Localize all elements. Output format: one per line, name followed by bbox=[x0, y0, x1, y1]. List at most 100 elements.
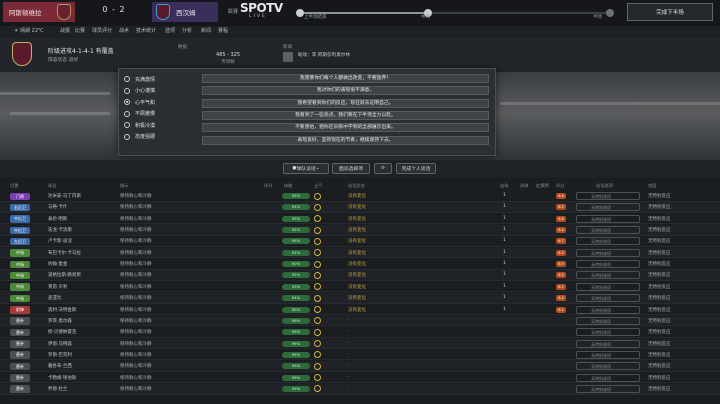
talk-tone-option[interactable]: 态度强硬 bbox=[124, 132, 155, 142]
col-header-instruction[interactable]: 指示 bbox=[120, 183, 128, 189]
table-row[interactable]: 替补 伊恩·马特森 保持耐心和冷静 99% - 无特别选项 无特别反应 bbox=[0, 338, 720, 350]
talk-option-dropdown[interactable]: 无特别选项 bbox=[576, 350, 640, 359]
table-row[interactable]: 中后卫 迭戈·卡洛斯 保持耐心和冷静 92% 没有变化 1 6.4 无特别选项 无特别反应 bbox=[0, 225, 720, 236]
talk-tone-option[interactable]: 心平气和 bbox=[124, 97, 155, 107]
talk-line-option[interactable]: 表现良好，坚持现在的节奏，继续保持下去。 bbox=[202, 135, 489, 145]
radio-icon[interactable] bbox=[124, 122, 130, 128]
col-header-morale[interactable]: 士气 bbox=[314, 183, 322, 189]
col-header-reaction[interactable]: 谈话反应 bbox=[348, 183, 365, 189]
talk-tone-option[interactable]: 充满激情 bbox=[124, 74, 155, 84]
table-row[interactable]: 中后卫 泰伦·明斯 保持耐心和冷静 93% 没有变化 1 6.6 无特别选项 无特别反应 bbox=[0, 214, 720, 225]
talk-option-dropdown[interactable]: 无特别选项 bbox=[576, 316, 640, 325]
table-row[interactable]: 替补 卡勒姆·钱伯斯 保持耐心和冷静 99% - 无特别选项 无特别反应 bbox=[0, 373, 720, 384]
col-header-position[interactable]: 位置 bbox=[10, 183, 18, 189]
talk-option-dropdown[interactable]: 无特别选项 bbox=[576, 294, 640, 303]
talk-option-dropdown[interactable]: 无特别选项 bbox=[576, 282, 640, 291]
tab-match[interactable]: 比赛 bbox=[75, 27, 85, 34]
table-row[interactable]: 替补 罗宾·奥尔森 保持耐心和冷静 99% - 无特别选项 无特别反应 bbox=[0, 315, 720, 327]
col-header-apps[interactable]: 出场 bbox=[500, 183, 508, 189]
player-name[interactable]: 马蒂·卡什 bbox=[48, 204, 67, 210]
talk-option-dropdown[interactable]: 无特别选项 bbox=[576, 237, 640, 246]
talk-option-dropdown[interactable]: 无特别选项 bbox=[576, 305, 640, 314]
table-row[interactable]: 中场 约翰·麦金 保持耐心和冷静 90% 没有变化 1 6.9 无特别选项 无特别反应 bbox=[0, 259, 720, 270]
radio-icon[interactable] bbox=[124, 99, 130, 105]
col-header-cards[interactable]: 红黄牌 bbox=[536, 183, 549, 189]
talk-line-option[interactable]: 我对你们的表现很不满意。 bbox=[202, 86, 489, 96]
tab-ratings[interactable]: 球员评分 bbox=[92, 27, 112, 34]
table-row[interactable]: 右后卫 马蒂·卡什 保持耐心和冷静 94% 没有变化 1 6.5 无特别选项 无特别反应 bbox=[0, 202, 720, 213]
tab-options[interactable]: 选项 bbox=[165, 27, 175, 34]
finish-individual-button[interactable]: 完成个人谈话 bbox=[396, 163, 436, 174]
player-name[interactable]: 乔恩·杜兰 bbox=[48, 386, 67, 392]
col-header-fitness[interactable]: 体能 bbox=[284, 183, 292, 189]
continue-button[interactable]: 完成下半场 bbox=[627, 3, 713, 21]
col-header-avg-rating[interactable]: 评分 bbox=[556, 183, 564, 189]
talk-option-dropdown[interactable]: 无特别选项 bbox=[576, 248, 640, 257]
talk-option-dropdown[interactable]: 无特别选项 bbox=[576, 362, 640, 371]
radio-icon[interactable] bbox=[124, 87, 130, 94]
table-row[interactable]: 中场 莱昂·贝利 保持耐心和冷静 93% 没有变化 1 6.2 无特别选项 无特别反应 bbox=[0, 282, 720, 293]
tab-analysis[interactable]: 分析 bbox=[182, 27, 192, 34]
table-row[interactable]: 替补 乔恩·杜兰 保持耐心和冷静 99% - 无特别选项 无特别反应 bbox=[0, 383, 720, 395]
table-row[interactable]: 前锋 奥利·沃特金斯 保持耐心和冷静 90% 没有变化 1 6.1 无特别选项 无特别反应 bbox=[0, 305, 720, 316]
talk-tone-option[interactable]: 小心谨慎 bbox=[124, 86, 155, 96]
player-name[interactable]: 卡勒姆·钱伯斯 bbox=[48, 375, 76, 381]
talk-tone-option[interactable]: 积极冷漠 bbox=[124, 120, 155, 130]
talk-option-dropdown[interactable]: 无特别选项 bbox=[576, 328, 640, 337]
radio-icon[interactable] bbox=[124, 76, 130, 82]
player-name[interactable]: 莱昂·贝利 bbox=[48, 284, 67, 290]
table-row[interactable]: 中场 迪亚比 保持耐心和冷静 94% 没有变化 1 6.4 无特别选项 无特别反应 bbox=[0, 293, 720, 304]
tab-stats[interactable]: 技术统计 bbox=[136, 27, 156, 34]
talk-option-dropdown[interactable]: 无特别选项 bbox=[576, 339, 640, 348]
talk-option-dropdown[interactable]: 无特别选项 bbox=[576, 260, 640, 269]
table-row[interactable]: 替补 扬·贝德纳雷克 保持耐心和冷静 99% - 无特别选项 无特别反应 bbox=[0, 327, 720, 338]
talk-line-option[interactable]: 我需要你们每个人都做出改变，不要放弃！ bbox=[202, 74, 489, 83]
talk-line-option[interactable]: 不要害怕，把你在训练中学到的全部展示出来。 bbox=[202, 123, 489, 133]
player-name[interactable]: 奥利·沃特金斯 bbox=[48, 307, 76, 313]
player-name[interactable]: 达米安·马丁内斯 bbox=[48, 193, 81, 199]
tab-tactics[interactable]: 战术 bbox=[119, 27, 129, 34]
tab-fixtures[interactable]: 赛程 bbox=[218, 27, 228, 34]
col-header-attitude[interactable]: 态度 bbox=[648, 183, 656, 189]
player-name[interactable]: 罗斯·巴克利 bbox=[48, 352, 72, 358]
player-name[interactable]: 道格拉斯·路易斯 bbox=[48, 272, 81, 278]
talk-option-dropdown[interactable]: 无特别选项 bbox=[576, 384, 640, 393]
radio-icon[interactable] bbox=[124, 110, 130, 117]
talk-option-dropdown[interactable]: 无特别选项 bbox=[576, 226, 640, 235]
player-name[interactable]: 约翰·麦金 bbox=[48, 261, 67, 267]
player-name[interactable]: 迭戈·卡洛斯 bbox=[48, 227, 72, 233]
tab-news[interactable]: 新闻 bbox=[201, 27, 211, 34]
col-header-rating[interactable]: 评分 bbox=[264, 183, 272, 189]
player-name[interactable]: 卢卡斯·迪涅 bbox=[48, 238, 72, 244]
player-name[interactable]: 布巴卡尔·卡马拉 bbox=[48, 250, 81, 256]
tab-report[interactable]: 战报 bbox=[60, 27, 70, 34]
radio-icon[interactable] bbox=[124, 133, 130, 140]
talk-option-dropdown[interactable]: 无特别选项 bbox=[576, 271, 640, 280]
col-header-talk-option[interactable]: 谈话选项 bbox=[596, 183, 613, 189]
player-name[interactable]: 泰伦·明斯 bbox=[48, 216, 67, 222]
table-row[interactable]: 中场 道格拉斯·路易斯 保持耐心和冷静 92% 没有变化 1 6.5 无特别选项 无特别反应 bbox=[0, 270, 720, 282]
talk-line-option[interactable]: 我希望看到你们的反应，现在就去证明自己。 bbox=[202, 98, 489, 108]
table-row[interactable]: 左后卫 卢卡斯·迪涅 保持耐心和冷静 95% 没有变化 1 6.7 无特别选项 无特别反应 bbox=[0, 236, 720, 247]
player-name[interactable]: 迪亚比 bbox=[48, 295, 62, 301]
player-name[interactable]: 扬·贝德纳雷克 bbox=[48, 329, 76, 335]
talk-option-dropdown[interactable]: 无特别选项 bbox=[576, 203, 640, 212]
col-header-goals[interactable]: 进球 bbox=[520, 183, 528, 189]
team-talk-button[interactable]: ● 球队谈话 ⌄ bbox=[283, 163, 329, 174]
talk-option-dropdown[interactable]: 无特别选项 bbox=[576, 214, 640, 223]
reset-button[interactable]: ⟳ bbox=[374, 163, 392, 174]
player-name[interactable]: 罗宾·奥尔森 bbox=[48, 318, 72, 324]
table-row[interactable]: 替补 罗斯·巴克利 保持耐心和冷静 99% - 无特别选项 无特别反应 bbox=[0, 350, 720, 361]
player-name[interactable]: 伊恩·马特森 bbox=[48, 341, 72, 347]
player-name[interactable]: 雅各布·兰西 bbox=[48, 363, 72, 369]
individual-talk-button[interactable]: 面谈选择项 bbox=[332, 163, 370, 174]
table-row[interactable]: 中场 布巴卡尔·卡马拉 保持耐心和冷静 91% 没有变化 1 6.3 无特别选项 无特别反应 bbox=[0, 247, 720, 259]
talk-option-dropdown[interactable]: 无特别选项 bbox=[576, 373, 640, 382]
talk-line-option[interactable]: 我看到了一些亮点，我们要在下半场全力以赴。 bbox=[202, 110, 489, 120]
talk-option-dropdown[interactable]: 无特别选项 bbox=[576, 192, 640, 200]
table-row[interactable]: 门将 达米安·马丁内斯 保持耐心和冷静 95% 没有变化 1 6.8 无特别选项 无特别反应 bbox=[0, 191, 720, 202]
table-row[interactable]: 替补 雅各布·兰西 保持耐心和冷静 99% - 无特别选项 无特别反应 bbox=[0, 361, 720, 372]
talk-tone-option[interactable]: 不屑傲慢 bbox=[124, 109, 155, 119]
formation-label[interactable]: 阶级进攻4-1-4-1 有覆盖 bbox=[48, 46, 114, 55]
col-header-player[interactable]: 球员 bbox=[48, 183, 56, 189]
